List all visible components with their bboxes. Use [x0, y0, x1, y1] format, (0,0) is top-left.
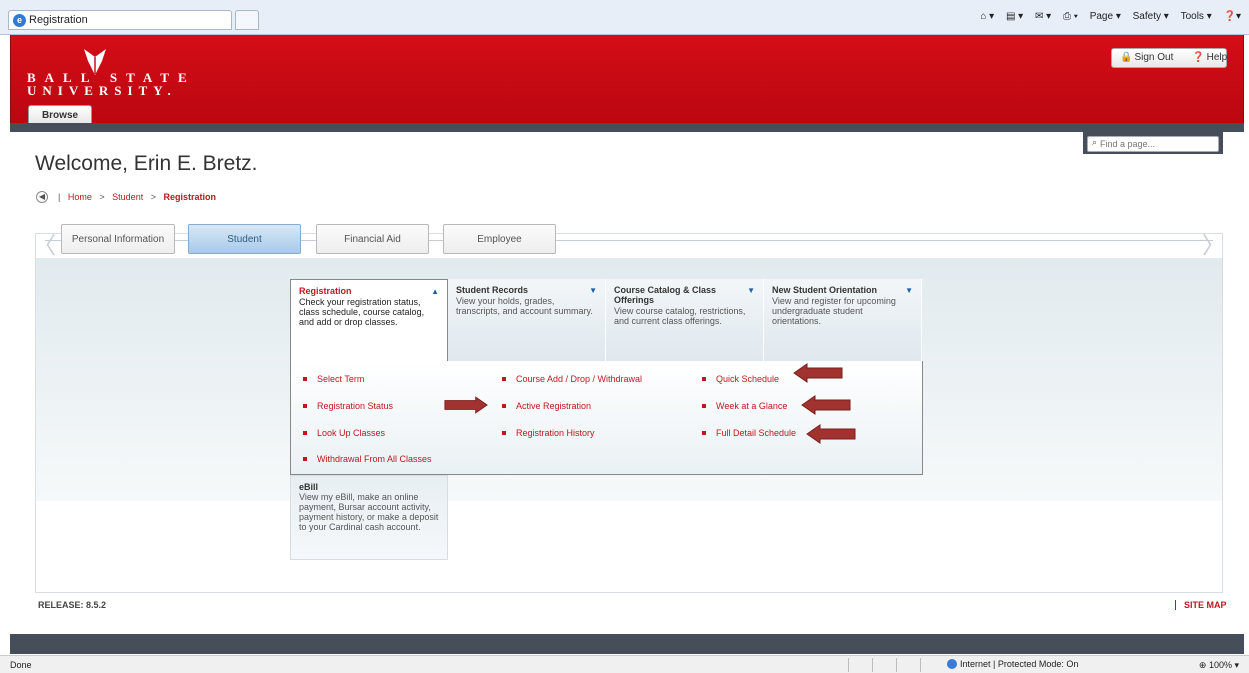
safety-menu[interactable]: Safety ▾ — [1133, 11, 1169, 22]
annotation-arrow-left-icon — [801, 395, 851, 415]
security-zone[interactable]: Internet | Protected Mode: On — [947, 659, 1078, 669]
caret-down-icon: ▼ — [905, 286, 913, 295]
status-divider — [848, 658, 849, 672]
link-look-up-classes[interactable]: Look Up Classes — [302, 428, 385, 438]
status-divider — [920, 658, 921, 672]
tab-strip: 〈 〉 Personal Information Student Financi… — [33, 224, 1225, 260]
link-registration-status[interactable]: Registration Status — [302, 401, 393, 411]
ie-icon: e — [13, 14, 26, 27]
status-divider — [872, 658, 873, 672]
zoom-control[interactable]: ⊕ 100% ▾ — [1199, 660, 1239, 671]
site-map-link[interactable]: SITE MAP — [1175, 600, 1227, 610]
link-withdrawal-all-classes[interactable]: Withdrawal From All Classes — [303, 454, 432, 464]
new-tab-button[interactable] — [235, 10, 259, 30]
caret-down-icon: ▼ — [589, 286, 597, 295]
breadcrumb-separator: > — [99, 192, 105, 202]
menu-description: View and register for upcoming undergrad… — [772, 296, 896, 326]
tab-financial-aid[interactable]: Financial Aid — [316, 224, 429, 254]
status-divider — [896, 658, 897, 672]
find-page-input[interactable] — [1087, 136, 1219, 152]
menu-title: Registration — [299, 286, 352, 296]
menu-description: View course catalog, restrictions, and c… — [614, 306, 746, 326]
breadcrumb-pipe: | — [58, 192, 61, 202]
link-registration-history[interactable]: Registration History — [502, 428, 595, 438]
link-active-registration[interactable]: Active Registration — [501, 401, 591, 411]
menu-title: Student Records — [456, 285, 529, 295]
caret-up-icon: ▲ — [431, 287, 439, 296]
home-icon[interactable]: ⌂ ▾ — [980, 11, 994, 22]
scroll-left-icon[interactable]: 〈 — [33, 226, 56, 260]
breadcrumb-separator: > — [150, 192, 156, 202]
breadcrumb-home[interactable]: Home — [68, 192, 92, 202]
menu-description: Check your registration status, class sc… — [299, 297, 425, 327]
browser-toolbar: e Registration ⌂ ▾ ▤ ▾ ✉ ▾ ⎙ ▾ Page ▾ Sa… — [0, 0, 1249, 35]
browser-tab[interactable]: e Registration — [8, 10, 232, 30]
scroll-right-icon[interactable]: 〉 — [1202, 226, 1225, 260]
mail-icon[interactable]: ✉ ▾ — [1035, 11, 1051, 22]
menu-registration[interactable]: Registration Check your registration sta… — [290, 279, 448, 362]
status-text: Done — [10, 660, 32, 670]
lock-icon: 🔒 — [1120, 52, 1133, 63]
browser-status-bar: Done Internet | Protected Mode: On ⊕ 100… — [0, 655, 1249, 673]
annotation-arrow-left-icon — [793, 363, 843, 383]
command-bar: ⌂ ▾ ▤ ▾ ✉ ▾ ⎙ ▾ Page ▾ Safety ▾ Tools ▾ … — [971, 11, 1241, 22]
menu-ebill[interactable]: eBill View my eBill, make an online paym… — [290, 475, 448, 560]
annotation-arrow-right-icon — [444, 396, 488, 414]
breadcrumb-student[interactable]: Student — [112, 192, 143, 202]
header-divider — [10, 123, 1244, 132]
menu-title: New Student Orientation — [772, 285, 878, 295]
search-icon: ⌕ — [1092, 137, 1098, 147]
menu-title: Course Catalog & Class Offerings — [614, 285, 717, 305]
browser-tab-title: Registration — [29, 14, 88, 26]
back-arrow-icon[interactable]: ◀ — [36, 191, 48, 203]
breadcrumb: | Home > Student > Registration — [58, 192, 216, 202]
site-header: BALL STATE UNIVERSITY. Browse 🔒 Sign Out … — [10, 35, 1244, 125]
globe-icon — [947, 659, 957, 669]
logo-line-2: UNIVERSITY. — [27, 83, 177, 98]
annotation-arrow-left-icon — [806, 424, 856, 444]
menu-title: eBill — [299, 482, 319, 492]
footer-bar — [10, 634, 1244, 654]
link-select-term[interactable]: Select Term — [302, 374, 364, 384]
tab-personal-information[interactable]: Personal Information — [61, 224, 175, 254]
menu-description: View your holds, grades, transcripts, an… — [456, 296, 593, 316]
menu-student-records[interactable]: Student Records View your holds, grades,… — [448, 279, 606, 361]
tab-employee[interactable]: Employee — [443, 224, 556, 254]
caret-down-icon: ▼ — [747, 286, 755, 295]
page-menu[interactable]: Page ▾ — [1090, 11, 1121, 22]
menu-new-student-orientation[interactable]: New Student Orientation View and registe… — [764, 279, 922, 361]
link-quick-schedule[interactable]: Quick Schedule — [701, 374, 779, 384]
link-full-detail-schedule[interactable]: Full Detail Schedule — [701, 428, 796, 438]
print-icon[interactable]: ⎙ ▾ — [1063, 11, 1078, 22]
sign-out-link[interactable]: 🔒 Sign Out — [1120, 52, 1181, 63]
account-links: 🔒 Sign Out ❓ Help — [1111, 48, 1227, 68]
page-title: Welcome, Erin E. Bretz. — [35, 152, 258, 175]
menu-description: View my eBill, make an online payment, B… — [299, 492, 439, 532]
link-course-add-drop[interactable]: Course Add / Drop / Withdrawal — [501, 374, 642, 384]
breadcrumb-current: Registration — [163, 192, 217, 202]
tab-student[interactable]: Student — [188, 224, 301, 254]
help-link[interactable]: ❓ Help — [1192, 52, 1235, 63]
help-circle-icon: ❓ — [1192, 52, 1205, 63]
link-week-at-a-glance[interactable]: Week at a Glance — [701, 401, 787, 411]
menu-course-catalog[interactable]: Course Catalog & Class Offerings View co… — [606, 279, 764, 361]
help-icon[interactable]: ❓▾ — [1224, 11, 1241, 22]
feeds-icon[interactable]: ▤ ▾ — [1006, 11, 1023, 22]
tools-menu[interactable]: Tools ▾ — [1181, 11, 1212, 22]
student-menu: Registration Check your registration sta… — [290, 279, 923, 362]
release-label: RELEASE: 8.5.2 — [38, 600, 107, 610]
browse-button[interactable]: Browse — [28, 105, 92, 125]
find-page-box: ⌕ — [1083, 132, 1223, 154]
